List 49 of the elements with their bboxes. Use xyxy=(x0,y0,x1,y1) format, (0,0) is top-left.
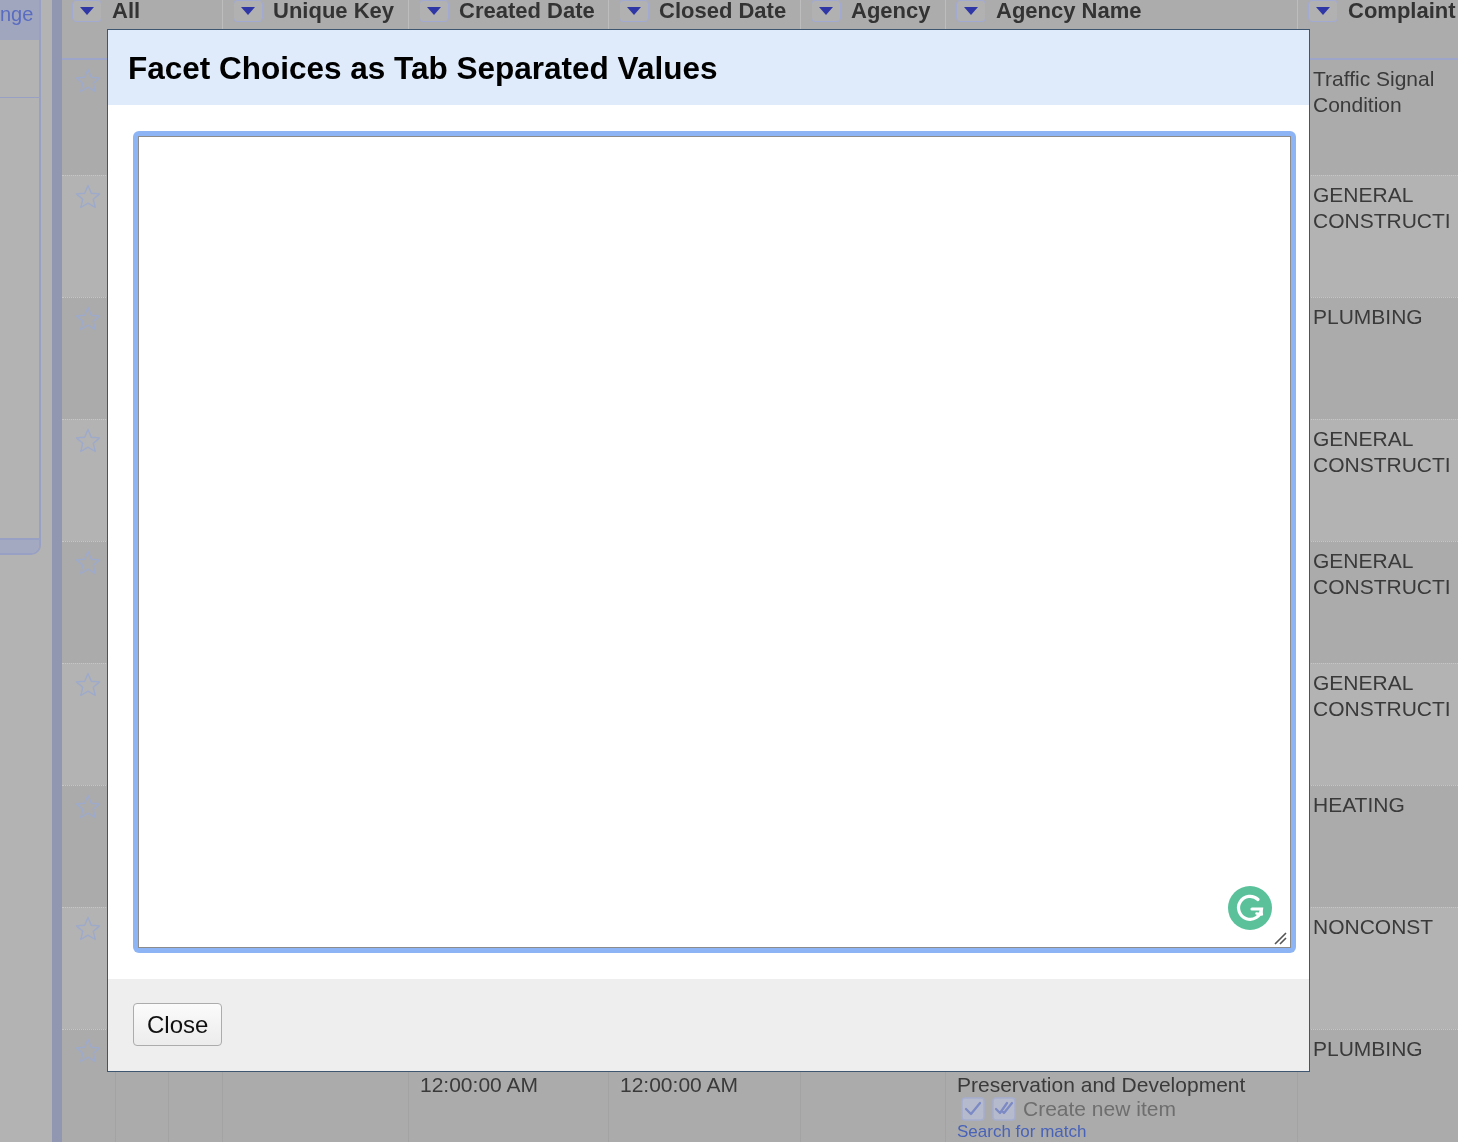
star-icon[interactable] xyxy=(75,794,101,820)
column-menu-button[interactable] xyxy=(72,0,102,22)
cell-text: PLUMBING xyxy=(1313,1036,1424,1062)
caret-down-icon xyxy=(819,7,833,15)
close-button[interactable]: Close xyxy=(133,1003,223,1046)
column-header: Agency Name xyxy=(996,0,1142,22)
caret-down-icon xyxy=(80,7,94,15)
cell-text: HEATING xyxy=(1313,792,1406,818)
star-icon[interactable] xyxy=(75,916,101,942)
column-header: Agency xyxy=(851,0,931,22)
cell-text: GENERAL CONSTRUCTI xyxy=(1313,182,1452,234)
star-icon[interactable] xyxy=(75,306,101,332)
column-menu-button[interactable] xyxy=(619,0,649,22)
create-new-item-link[interactable]: Create new item xyxy=(1023,1098,1176,1120)
cell-text: GENERAL CONSTRUCTI xyxy=(1313,426,1452,478)
cell-text: 12:00:00 AM xyxy=(620,1074,738,1096)
dialog-title: Facet Choices as Tab Separated Values xyxy=(128,48,718,87)
column-header: Created Date xyxy=(459,0,595,22)
caret-down-icon xyxy=(427,7,441,15)
cell-text: NONCONST xyxy=(1313,914,1435,940)
star-icon[interactable] xyxy=(75,68,101,94)
cell-text: Preservation and Development xyxy=(957,1074,1246,1096)
column-menu-button[interactable] xyxy=(419,0,449,22)
column-header: All xyxy=(112,0,141,22)
star-icon[interactable] xyxy=(75,1038,101,1064)
caret-down-icon xyxy=(1316,7,1330,15)
star-icon[interactable] xyxy=(75,550,101,576)
cell-text: 12:00:00 AM xyxy=(420,1074,538,1096)
cell-text: GENERAL CONSTRUCTI xyxy=(1313,548,1452,600)
column-menu-button[interactable] xyxy=(811,0,841,22)
resize-grip-icon[interactable] xyxy=(1273,931,1287,945)
search-for-match-link[interactable]: Search for match xyxy=(957,1122,1087,1141)
column-header: Unique Key xyxy=(273,0,395,22)
cell-text: GENERAL CONSTRUCTI xyxy=(1313,670,1452,722)
check-box-icon[interactable] xyxy=(961,1097,985,1121)
caret-down-icon xyxy=(241,7,255,15)
column-header: Closed Date xyxy=(659,0,787,22)
cell-text: PLUMBING xyxy=(1313,304,1424,330)
caret-down-icon xyxy=(627,7,641,15)
star-icon[interactable] xyxy=(75,428,101,454)
column-menu-button[interactable] xyxy=(956,0,986,22)
caret-down-icon xyxy=(964,7,978,15)
double-check-icon[interactable] xyxy=(992,1097,1016,1121)
star-icon[interactable] xyxy=(75,672,101,698)
star-icon[interactable] xyxy=(75,184,101,210)
column-menu-button[interactable] xyxy=(1308,0,1338,22)
column-header: Complaint xyxy=(1348,0,1456,22)
column-menu-button[interactable] xyxy=(233,0,263,22)
cell-text: Traffic Signal Condition xyxy=(1313,66,1436,118)
